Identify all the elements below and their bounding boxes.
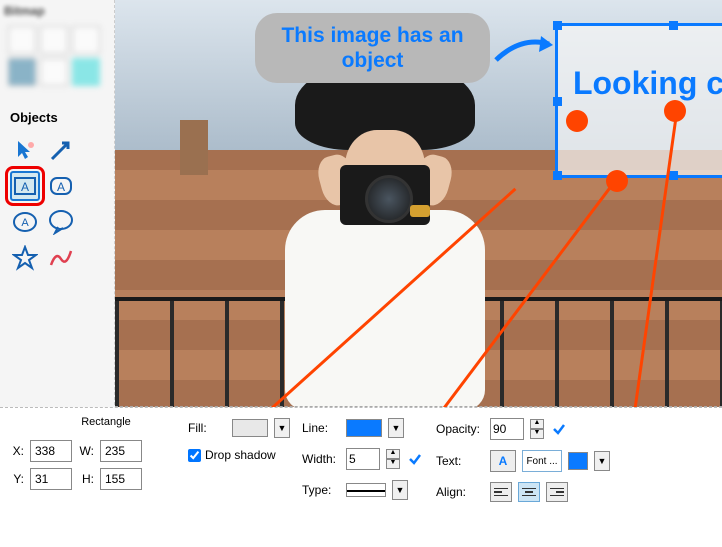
annotation-arrow — [493, 30, 563, 80]
drop-shadow-checkbox[interactable] — [188, 449, 201, 462]
drop-shadow-label: Drop shadow — [205, 448, 276, 462]
text-label: Text: — [436, 454, 484, 468]
text-style-button[interactable]: A — [490, 450, 516, 472]
width-input[interactable] — [346, 448, 380, 470]
svg-text:A: A — [21, 180, 29, 194]
resize-handle-w[interactable] — [553, 97, 562, 106]
line-color-swatch[interactable] — [346, 419, 382, 437]
speech-bubble-tool[interactable] — [46, 207, 76, 237]
resize-handle-sw[interactable] — [553, 171, 562, 180]
opacity-apply[interactable] — [550, 420, 568, 438]
star-tool[interactable] — [10, 243, 40, 273]
bitmap-section-title: Bitmap — [4, 4, 110, 18]
selected-object[interactable]: Looking cool — [555, 23, 722, 178]
objects-section-title: Objects — [4, 106, 110, 135]
freehand-tool[interactable] — [46, 243, 76, 273]
bitmap-tool[interactable] — [40, 58, 68, 86]
font-button[interactable]: Font ... — [522, 450, 562, 472]
annotation-callout: This image has an object — [255, 13, 490, 83]
text-color-swatch[interactable] — [568, 452, 588, 470]
h-label: H: — [78, 472, 94, 486]
width-down[interactable]: ▼ — [386, 459, 400, 469]
svg-text:A: A — [57, 180, 65, 194]
align-left-button[interactable] — [490, 482, 512, 502]
h-input[interactable] — [100, 468, 142, 490]
opacity-down[interactable]: ▼ — [530, 429, 544, 439]
y-input[interactable] — [30, 468, 72, 490]
shape-type-label: Rectangle — [8, 414, 172, 434]
bitmap-tool[interactable] — [8, 58, 36, 86]
text-color-dropdown[interactable]: ▼ — [594, 451, 610, 471]
resize-handle-s[interactable] — [669, 171, 678, 180]
width-apply[interactable] — [406, 450, 424, 468]
x-label: X: — [8, 444, 24, 458]
left-panel: Bitmap Objects A A A — [0, 0, 115, 410]
x-input[interactable] — [30, 440, 72, 462]
resize-handle-n[interactable] — [669, 21, 678, 30]
w-label: W: — [78, 444, 94, 458]
pointer-tool[interactable] — [10, 135, 40, 165]
bitmap-tools — [4, 18, 110, 94]
resize-handle-nw[interactable] — [553, 21, 562, 30]
object-text: Looking cool — [558, 26, 722, 102]
fill-label: Fill: — [188, 421, 226, 435]
bitmap-tool[interactable] — [72, 58, 100, 86]
y-label: Y: — [8, 472, 24, 486]
bitmap-tool[interactable] — [72, 26, 100, 54]
canvas-area[interactable]: This image has an object Looking cool — [115, 0, 722, 407]
line-label: Line: — [302, 421, 340, 435]
width-up[interactable]: ▲ — [386, 449, 400, 459]
text-rectangle-tool[interactable]: A — [10, 171, 40, 201]
fill-color-swatch[interactable] — [232, 419, 268, 437]
properties-panel: Rectangle X: W: Y: H: Fill: ▼ Drop shado… — [0, 407, 722, 547]
opacity-up[interactable]: ▲ — [530, 419, 544, 429]
fill-dropdown[interactable]: ▼ — [274, 418, 290, 438]
type-dropdown[interactable]: ▼ — [392, 480, 408, 500]
arrow-tool[interactable] — [46, 135, 76, 165]
text-ellipse-tool[interactable]: A — [10, 207, 40, 237]
width-label: Width: — [302, 452, 340, 466]
callout-text: This image has an object — [281, 24, 463, 72]
line-type-swatch[interactable] — [346, 483, 386, 497]
svg-text:A: A — [21, 217, 29, 229]
text-rounded-tool[interactable]: A — [46, 171, 76, 201]
align-center-button[interactable] — [518, 482, 540, 502]
w-input[interactable] — [100, 440, 142, 462]
opacity-input[interactable] — [490, 418, 524, 440]
align-label: Align: — [436, 485, 484, 499]
bitmap-tool[interactable] — [8, 26, 36, 54]
align-right-button[interactable] — [546, 482, 568, 502]
bitmap-tool[interactable] — [40, 26, 68, 54]
type-label: Type: — [302, 483, 340, 497]
line-dropdown[interactable]: ▼ — [388, 418, 404, 438]
annotation-dot — [566, 110, 588, 132]
opacity-label: Opacity: — [436, 422, 484, 436]
